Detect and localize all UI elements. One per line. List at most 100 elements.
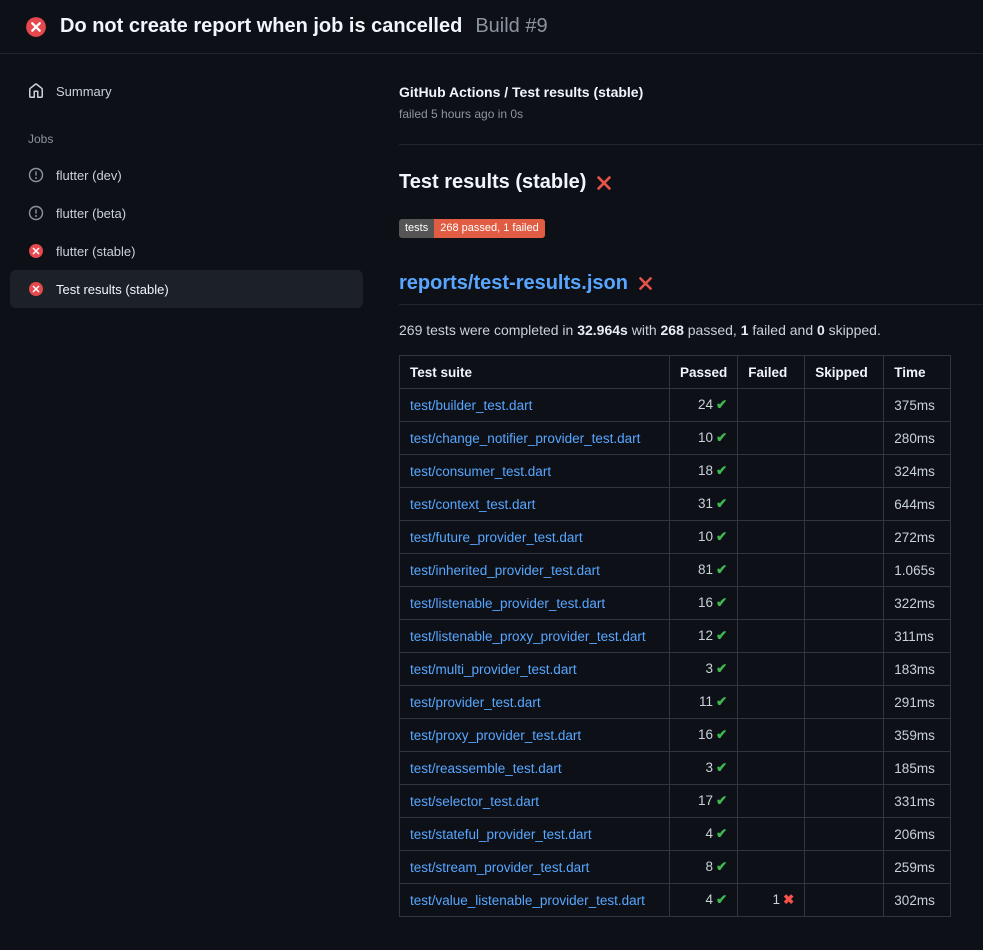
suite-cell: test/selector_test.dart <box>400 785 670 818</box>
skipped-cell <box>805 620 884 653</box>
time-cell: 185ms <box>884 752 951 785</box>
check-icon: ✔ <box>716 661 727 676</box>
suite-cell: test/future_provider_test.dart <box>400 521 670 554</box>
table-row: test/proxy_provider_test.dart16✔359ms <box>400 719 951 752</box>
failed-cell <box>738 587 805 620</box>
skipped-cell <box>805 488 884 521</box>
failed-cell <box>738 653 805 686</box>
test-suite-link[interactable]: test/provider_test.dart <box>410 695 541 710</box>
check-icon: ✔ <box>716 793 727 808</box>
neutral-status-icon <box>28 167 44 183</box>
check-icon: ✔ <box>716 859 727 874</box>
report-file-link[interactable]: reports/test-results.json <box>399 272 628 295</box>
test-suite-link[interactable]: test/change_notifier_provider_test.dart <box>410 431 640 446</box>
check-icon: ✔ <box>716 694 727 709</box>
passed-cell: 16✔ <box>670 719 738 752</box>
run-status-text: failed 5 hours ago in 0s <box>399 107 983 121</box>
skipped-cell <box>805 587 884 620</box>
table-row: test/multi_provider_test.dart3✔183ms <box>400 653 951 686</box>
test-suite-link[interactable]: test/consumer_test.dart <box>410 464 551 479</box>
sidebar-item-label: flutter (dev) <box>56 168 122 183</box>
skipped-cell <box>805 389 884 422</box>
check-icon: ✔ <box>716 628 727 643</box>
sidebar-item-label: flutter (stable) <box>56 244 135 259</box>
sidebar-item-label: Test results (stable) <box>56 282 169 297</box>
failed-cell <box>738 785 805 818</box>
test-suite-link[interactable]: test/listenable_proxy_provider_test.dart <box>410 629 646 644</box>
passed-cell: 17✔ <box>670 785 738 818</box>
time-cell: 272ms <box>884 521 951 554</box>
failed-status-icon <box>28 243 44 259</box>
test-suite-link[interactable]: test/reassemble_test.dart <box>410 761 562 776</box>
skipped-cell <box>805 554 884 587</box>
test-suite-link[interactable]: test/stream_provider_test.dart <box>410 860 589 875</box>
skipped-cell <box>805 752 884 785</box>
sidebar-item-label: Summary <box>56 84 112 99</box>
suite-cell: test/inherited_provider_test.dart <box>400 554 670 587</box>
test-suite-link[interactable]: test/inherited_provider_test.dart <box>410 563 600 578</box>
failed-cell <box>738 488 805 521</box>
passed-cell: 11✔ <box>670 686 738 719</box>
x-icon: ✖ <box>783 892 794 907</box>
passed-cell: 4✔ <box>670 818 738 851</box>
test-suite-link[interactable]: test/selector_test.dart <box>410 794 539 809</box>
time-cell: 322ms <box>884 587 951 620</box>
build-number: Build #9 <box>475 15 547 38</box>
sidebar-item-flutter-dev[interactable]: flutter (dev) <box>10 156 363 194</box>
failed-cell <box>738 422 805 455</box>
suite-cell: test/proxy_provider_test.dart <box>400 719 670 752</box>
failed-cell <box>738 686 805 719</box>
passed-cell: 81✔ <box>670 554 738 587</box>
skipped-cell <box>805 422 884 455</box>
sidebar-item-test-results-stable[interactable]: Test results (stable) <box>10 270 363 308</box>
test-suite-link[interactable]: test/stateful_provider_test.dart <box>410 827 592 842</box>
test-suite-link[interactable]: test/proxy_provider_test.dart <box>410 728 581 743</box>
test-suite-link[interactable]: test/listenable_provider_test.dart <box>410 596 605 611</box>
time-cell: 644ms <box>884 488 951 521</box>
failed-cell <box>738 851 805 884</box>
suite-cell: test/context_test.dart <box>400 488 670 521</box>
neutral-status-icon <box>28 205 44 221</box>
section-heading: Test results (stable) <box>399 171 983 194</box>
check-icon: ✔ <box>716 892 727 907</box>
time-cell: 1.065s <box>884 554 951 587</box>
test-results-table: Test suite Passed Failed Skipped Time te… <box>399 355 951 917</box>
test-suite-link[interactable]: test/context_test.dart <box>410 497 535 512</box>
table-row: test/provider_test.dart11✔291ms <box>400 686 951 719</box>
passed-cell: 4✔ <box>670 884 738 917</box>
table-row: test/future_provider_test.dart 10✔ 272ms <box>400 521 951 554</box>
suite-cell: test/stream_provider_test.dart <box>400 851 670 884</box>
passed-cell: 10✔ <box>670 422 738 455</box>
failed-x-icon <box>595 174 613 192</box>
failed-cell <box>738 455 805 488</box>
sidebar-item-flutter-stable[interactable]: flutter (stable) <box>10 232 363 270</box>
check-icon: ✔ <box>716 397 727 412</box>
test-suite-link[interactable]: test/multi_provider_test.dart <box>410 662 577 677</box>
passed-cell: 10✔ <box>670 521 738 554</box>
check-icon: ✔ <box>716 496 727 511</box>
failed-status-icon <box>28 281 44 297</box>
divider <box>399 144 983 145</box>
skipped-cell <box>805 785 884 818</box>
check-icon: ✔ <box>716 760 727 775</box>
time-cell: 280ms <box>884 422 951 455</box>
badge-value: 268 passed, 1 failed <box>434 219 544 238</box>
sidebar-item-summary[interactable]: Summary <box>10 72 363 110</box>
check-icon: ✔ <box>716 595 727 610</box>
time-cell: 311ms <box>884 620 951 653</box>
test-suite-link[interactable]: test/future_provider_test.dart <box>410 530 583 545</box>
table-row: test/consumer_test.dart18✔324ms <box>400 455 951 488</box>
test-suite-link[interactable]: test/builder_test.dart <box>410 398 532 413</box>
passed-cell: 8✔ <box>670 851 738 884</box>
sidebar-item-flutter-beta[interactable]: flutter (beta) <box>10 194 363 232</box>
test-suite-link[interactable]: test/value_listenable_provider_test.dart <box>410 893 645 908</box>
report-heading: reports/test-results.json <box>399 272 983 305</box>
skipped-cell <box>805 653 884 686</box>
time-cell: 206ms <box>884 818 951 851</box>
sidebar: Summary Jobs flutter (dev) flutter (beta… <box>0 54 375 308</box>
column-header-failed: Failed <box>738 356 805 389</box>
section-title: Test results (stable) <box>399 171 586 194</box>
skipped-cell <box>805 884 884 917</box>
skipped-cell <box>805 719 884 752</box>
skipped-cell <box>805 818 884 851</box>
